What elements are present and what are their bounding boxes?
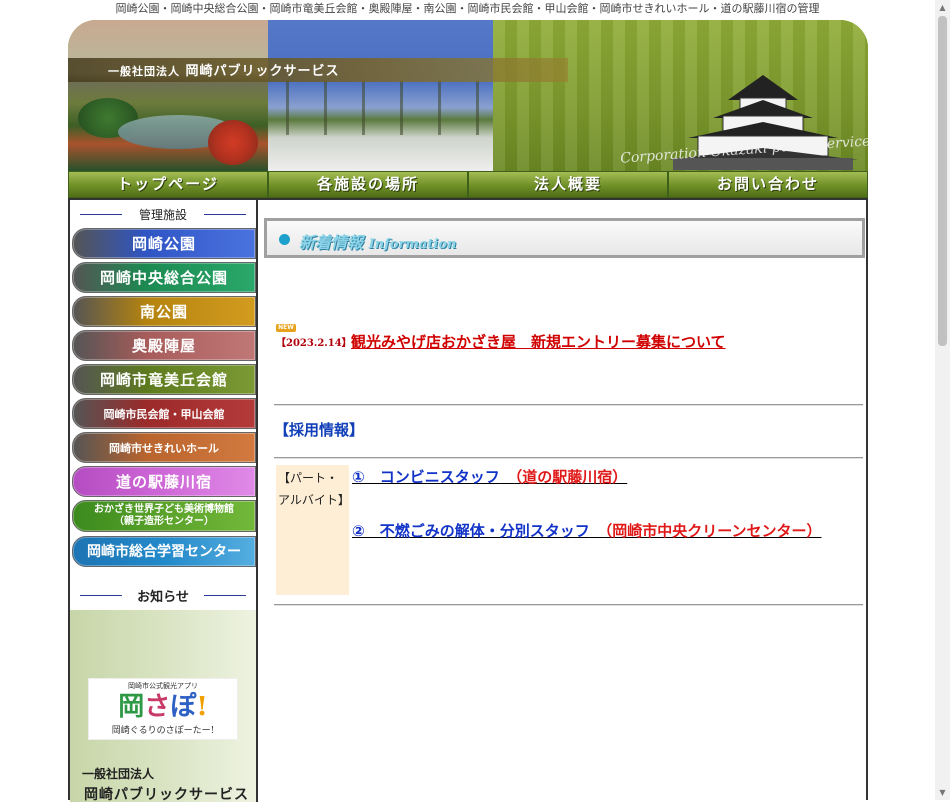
facilities-heading: 管理施設 xyxy=(80,206,246,222)
nav-top-page[interactable]: トップページ xyxy=(68,171,268,198)
scroll-thumb[interactable] xyxy=(938,16,947,346)
corp-name: 岡崎パブリックサービス xyxy=(84,787,249,803)
sidebar: 管理施設 岡崎公園 岡崎中央総合公園 南公園 奥殿陣屋 岡崎市竜美丘会館 岡崎市… xyxy=(70,200,258,803)
job-link-convenience-staff[interactable]: ① コンビニスタッフ （道の駅藤川宿） xyxy=(352,467,842,487)
main-nav: トップページ 各施設の場所 法人概要 お問い合わせ xyxy=(68,171,868,198)
facility-michinoeki-fujikawa[interactable]: 道の駅藤川宿 xyxy=(72,466,256,497)
garden-photo xyxy=(68,20,268,171)
content-frame: 管理施設 岡崎公園 岡崎中央総合公園 南公園 奥殿陣屋 岡崎市竜美丘会館 岡崎市… xyxy=(68,198,868,803)
facility-okazaki-park[interactable]: 岡崎公園 xyxy=(72,228,256,259)
nav-facility-locations[interactable]: 各施設の場所 xyxy=(268,171,468,198)
bullet-icon xyxy=(279,234,290,245)
facility-learning-center[interactable]: 岡崎市総合学習センター xyxy=(72,536,256,567)
facility-central-park[interactable]: 岡崎中央総合公園 xyxy=(72,262,256,293)
job-link-waste-staff[interactable]: ② 不燃ごみの解体・分別スタッフ （岡崎市中央クリーンセンター） xyxy=(352,521,842,541)
notice-heading: お知らせ xyxy=(80,586,246,605)
facility-tatsumigaoka-hall[interactable]: 岡崎市竜美丘会館 xyxy=(72,364,256,395)
recruit-heading: 【採用情報】 xyxy=(274,421,365,439)
nav-corporate-overview[interactable]: 法人概要 xyxy=(468,171,668,198)
info-heading-bar: 新着情報 Information xyxy=(264,218,865,258)
facility-minami-park[interactable]: 南公園 xyxy=(72,296,256,327)
news-link-okazakiya[interactable]: 観光みやげ店おかざき屋 新規エントリー募集について xyxy=(351,331,726,352)
job-table: 【パート・アルバイト】 ① コンビニスタッフ （道の駅藤川宿） ② 不燃ごみの解… xyxy=(276,465,863,595)
new-badge: NEW xyxy=(276,324,296,332)
divider xyxy=(274,404,863,406)
corp-prefix: 一般社団法人 xyxy=(82,767,155,781)
header-banner: 一般社団法人 岡崎パブリックサービス Corporation Okazaki p… xyxy=(68,20,868,171)
facility-civic-hall[interactable]: 岡崎市民会館・甲山会館 xyxy=(72,398,256,429)
page: 一般社団法人 岡崎パブリックサービス Corporation Okazaki p… xyxy=(68,20,868,803)
job-category: 【パート・アルバイト】 xyxy=(276,465,350,595)
nav-contact[interactable]: お問い合わせ xyxy=(668,171,868,198)
facility-children-art-museum[interactable]: おかざき世界子ども美術博物館 （親子造形センター） xyxy=(72,500,256,532)
news-date: 【2023.2.14】 xyxy=(276,338,352,349)
info-title: 新着情報 Information xyxy=(299,233,457,252)
facility-sekirei-hall[interactable]: 岡崎市せきれいホール xyxy=(72,432,256,463)
facility-okudono-jinya[interactable]: 奥殿陣屋 xyxy=(72,330,256,361)
scroll-up-icon[interactable]: ▲ xyxy=(935,0,950,15)
park-photo xyxy=(268,20,493,171)
main-content: 新着情報 Information NEW 【2023.2.14】 観光みやげ店お… xyxy=(260,200,866,802)
vertical-scrollbar[interactable]: ▲ ▼ xyxy=(935,0,950,800)
org-name: 一般社団法人 岡崎パブリックサービス xyxy=(108,64,340,79)
divider xyxy=(274,457,863,459)
facilities-list-text: 岡崎公園・岡崎中央総合公園・岡崎市竜美丘会館・奥殿陣屋・南公園・岡崎市民会館・甲… xyxy=(115,3,820,15)
okasapo-app-banner[interactable]: 岡崎市公式観光アプリ 岡さぽ! 岡崎ぐるりのさぽーたー! xyxy=(88,678,238,740)
scroll-down-icon[interactable]: ▼ xyxy=(935,785,950,800)
divider xyxy=(274,604,863,606)
